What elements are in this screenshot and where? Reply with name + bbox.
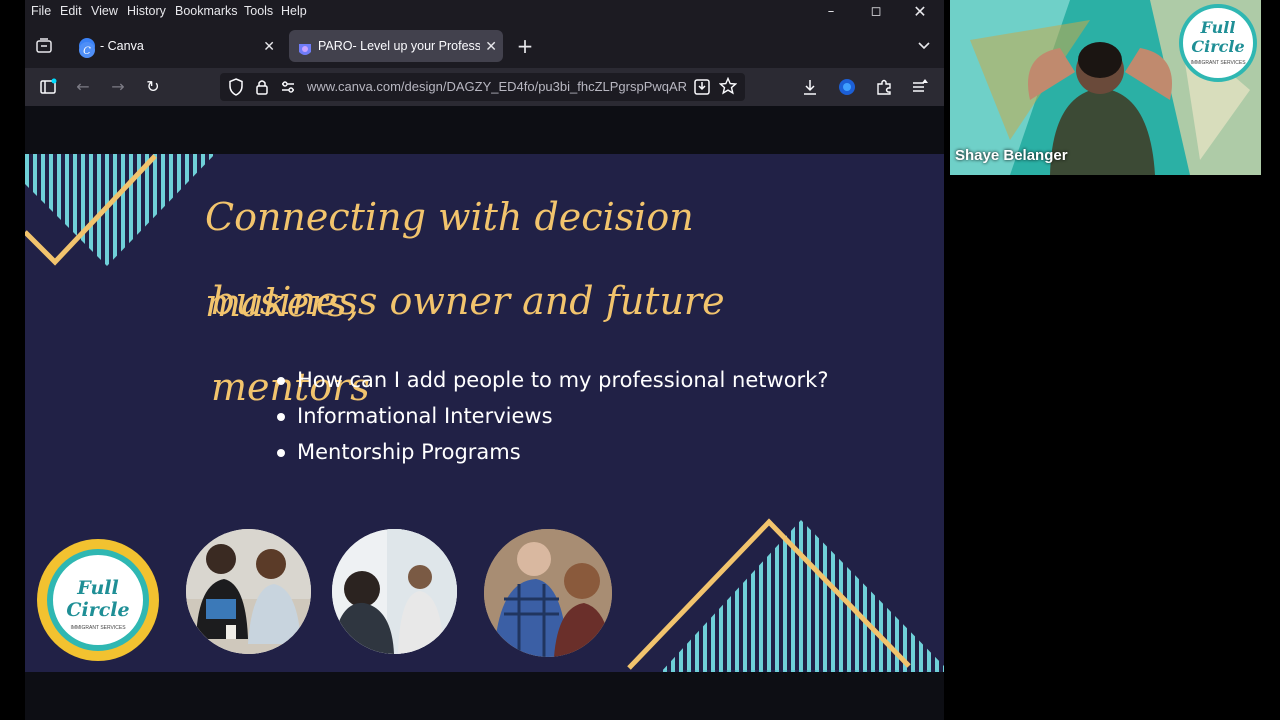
photo-colleagues-reviewing [186,529,311,654]
participant-name: Shaye Belanger [955,147,1068,164]
photo-mentors-laughing [484,529,612,657]
puzzle-icon[interactable] [875,78,893,100]
bullet-item: How can I add people to my professional … [275,362,828,398]
shield-icon[interactable] [228,78,244,100]
lock-icon[interactable] [255,78,269,100]
menu-bookmarks[interactable]: Bookmarks [175,4,238,18]
webcam-logo-subtext: IMMIGRANT SERVICES [1190,60,1246,66]
tab-label: PARO- Level up your Profession [318,39,480,53]
url-bar[interactable]: www.canva.com/design/DAGZY_ED4fo/pu3bi_f… [220,73,745,101]
page-content: Connecting with decision makers, busines… [25,106,944,720]
presentation-slide: Connecting with decision makers, busines… [25,154,944,672]
reload-icon[interactable]: ↻ [141,75,165,99]
tab-canva[interactable]: C - Canva ✕ [71,30,281,62]
logo-text-line-2: Circle [66,599,130,621]
menu-history[interactable]: History [127,4,166,18]
tab-bar: C - Canva ✕ PARO- Level up your Professi… [25,24,944,68]
browser-window: File Edit View History Bookmarks Tools H… [25,0,944,720]
menu-tools[interactable]: Tools [244,4,273,18]
stripe-decoration-top-left [25,154,215,266]
tab-label: - Canva [100,39,144,53]
tab-list-icon[interactable] [915,36,933,54]
new-tab-icon[interactable]: + [514,32,536,60]
close-icon[interactable]: ✕ [263,30,275,62]
menu-view[interactable]: View [91,4,118,18]
logo-inner: Full Circle IMMIGRANT SERVICES [47,549,149,651]
svg-text:C: C [83,46,91,57]
webcam-logo-line-2: Circle [1191,37,1245,56]
bullet-item: Informational Interviews [275,398,828,434]
permissions-icon[interactable] [280,79,296,99]
bookmark-star-icon[interactable] [718,76,738,99]
close-window-icon[interactable]: ✕ [905,2,935,22]
tab-overview-icon[interactable] [35,37,53,55]
forward-icon[interactable]: → [106,75,130,99]
logo-text-line-1: Full [77,577,119,599]
webcam-logo-line-1: Full [1200,18,1236,37]
triangle-decoration-bottom-right [627,518,944,672]
menu-help[interactable]: Help [281,4,307,18]
url-text[interactable]: www.canva.com/design/DAGZY_ED4fo/pu3bi_f… [307,79,687,94]
tab-paro[interactable]: PARO- Level up your Profession ✕ [289,30,503,62]
screen: File Edit View History Bookmarks Tools H… [0,0,1280,720]
menu-bar: File Edit View History Bookmarks Tools H… [25,0,944,24]
photo-interview [332,529,457,654]
download-icon[interactable] [801,78,819,100]
canva-favicon: C [79,38,95,58]
paro-favicon [297,38,313,55]
minimize-icon[interactable]: – [816,2,846,22]
reader-icon[interactable] [693,78,711,100]
menu-file[interactable]: File [31,4,51,18]
menu-icon[interactable] [911,78,929,100]
bullet-item: Mentorship Programs [275,434,828,470]
webcam-feed: Full Circle IMMIGRANT SERVICES Shaye Bel… [950,0,1261,175]
webcam-logo: Full Circle IMMIGRANT SERVICES [1179,4,1257,82]
bullet-list: How can I add people to my professional … [275,362,828,470]
full-circle-logo: Full Circle IMMIGRANT SERVICES [37,539,159,661]
close-icon[interactable]: ✕ [482,30,497,62]
extension-icon[interactable] [838,78,856,100]
maximize-icon[interactable]: ◻ [861,2,891,22]
navigation-bar: ← → ↻ www.canva.com/design/DAGZY_ED4fo/p… [25,68,944,106]
logo-subtext: IMMIGRANT SERVICES [70,625,126,631]
menu-edit[interactable]: Edit [60,4,82,18]
sidebar-icon[interactable] [36,75,60,99]
back-icon[interactable]: ← [71,75,95,99]
